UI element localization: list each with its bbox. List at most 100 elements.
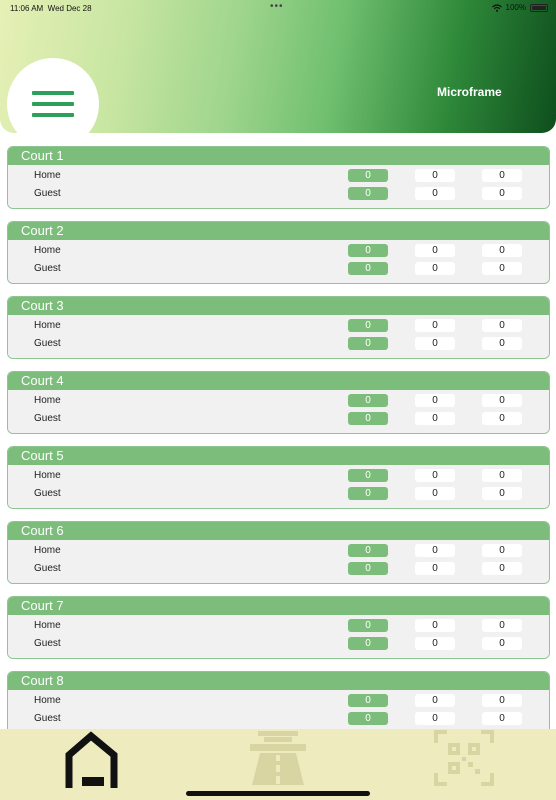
guest-score-game-1[interactable]: 0	[348, 262, 388, 275]
court-card[interactable]: Court 4 Home 0 0 0 Guest 0 0 0	[7, 371, 550, 434]
guest-score-game-2[interactable]: 0	[415, 562, 455, 575]
home-score-game-3[interactable]: 0	[482, 694, 522, 707]
guest-row: Guest 0 0 0	[8, 262, 549, 276]
guest-score-game-2[interactable]: 0	[415, 637, 455, 650]
guest-row: Guest 0 0 0	[8, 487, 549, 501]
home-score-game-1[interactable]: 0	[348, 694, 388, 707]
court-title: Court 3	[8, 297, 549, 315]
home-score-game-3[interactable]: 0	[482, 544, 522, 557]
home-score-game-1[interactable]: 0	[348, 619, 388, 632]
guest-score-game-1[interactable]: 0	[348, 487, 388, 500]
multitask-dots-icon[interactable]: •••	[270, 1, 284, 12]
home-score-game-3[interactable]: 0	[482, 469, 522, 482]
home-row: Home 0 0 0	[8, 469, 549, 483]
menu-bar-icon	[32, 102, 74, 106]
home-label: Home	[34, 695, 61, 706]
home-score-game-3[interactable]: 0	[482, 319, 522, 332]
status-time: 11:06 AM Wed Dec 28	[10, 4, 92, 13]
guest-score-game-2[interactable]: 0	[415, 262, 455, 275]
guest-score-game-3[interactable]: 0	[482, 637, 522, 650]
home-score-game-3[interactable]: 0	[482, 619, 522, 632]
court-card[interactable]: Court 7 Home 0 0 0 Guest 0 0 0	[7, 596, 550, 659]
home-label: Home	[34, 620, 61, 631]
guest-score-game-1[interactable]: 0	[348, 562, 388, 575]
home-score-game-3[interactable]: 0	[482, 244, 522, 257]
guest-score-game-1[interactable]: 0	[348, 637, 388, 650]
tab-home[interactable]	[58, 729, 138, 791]
home-score-game-1[interactable]: 0	[348, 244, 388, 257]
guest-score-game-2[interactable]: 0	[415, 487, 455, 500]
home-score-game-2[interactable]: 0	[415, 619, 455, 632]
guest-score-game-3[interactable]: 0	[482, 487, 522, 500]
guest-score-game-1[interactable]: 0	[348, 337, 388, 350]
home-score-game-2[interactable]: 0	[415, 469, 455, 482]
road-icon	[250, 731, 306, 785]
guest-score-game-2[interactable]: 0	[415, 187, 455, 200]
court-card[interactable]: Court 3 Home 0 0 0 Guest 0 0 0	[7, 296, 550, 359]
home-label: Home	[34, 545, 61, 556]
guest-score-game-1[interactable]: 0	[348, 412, 388, 425]
guest-score-game-3[interactable]: 0	[482, 412, 522, 425]
guest-row: Guest 0 0 0	[8, 637, 549, 651]
home-score-game-2[interactable]: 0	[415, 544, 455, 557]
home-score-game-2[interactable]: 0	[415, 394, 455, 407]
home-label: Home	[34, 395, 61, 406]
guest-score-game-3[interactable]: 0	[482, 187, 522, 200]
home-score-game-2[interactable]: 0	[415, 694, 455, 707]
home-row: Home 0 0 0	[8, 619, 549, 633]
guest-score-game-1[interactable]: 0	[348, 712, 388, 725]
court-card[interactable]: Court 5 Home 0 0 0 Guest 0 0 0	[7, 446, 550, 509]
guest-score-game-1[interactable]: 0	[348, 187, 388, 200]
status-indicators: 100%	[491, 3, 548, 12]
guest-label: Guest	[34, 263, 61, 274]
court-card[interactable]: Court 8 Home 0 0 0 Guest 0 0 0	[7, 671, 550, 734]
guest-score-game-3[interactable]: 0	[482, 562, 522, 575]
home-score-game-3[interactable]: 0	[482, 394, 522, 407]
court-title: Court 7	[8, 597, 549, 615]
guest-label: Guest	[34, 713, 61, 724]
home-score-game-3[interactable]: 0	[482, 169, 522, 182]
battery-icon	[530, 3, 548, 12]
home-score-game-1[interactable]: 0	[348, 469, 388, 482]
guest-label: Guest	[34, 188, 61, 199]
home-label: Home	[34, 245, 61, 256]
battery-percent: 100%	[505, 3, 526, 12]
guest-score-game-2[interactable]: 0	[415, 337, 455, 350]
home-score-game-2[interactable]: 0	[415, 169, 455, 182]
app-title: Microframe	[437, 85, 502, 99]
court-title: Court 4	[8, 372, 549, 390]
hamburger-menu-button[interactable]	[7, 58, 99, 150]
court-card[interactable]: Court 6 Home 0 0 0 Guest 0 0 0	[7, 521, 550, 584]
home-row: Home 0 0 0	[8, 319, 549, 333]
guest-score-game-2[interactable]: 0	[415, 712, 455, 725]
court-card[interactable]: Court 1 Home 0 0 0 Guest 0 0 0	[7, 146, 550, 209]
home-score-game-2[interactable]: 0	[415, 244, 455, 257]
guest-row: Guest 0 0 0	[8, 712, 549, 726]
home-score-game-1[interactable]: 0	[348, 319, 388, 332]
home-score-game-1[interactable]: 0	[348, 169, 388, 182]
home-indicator[interactable]	[186, 791, 370, 796]
tab-bar	[0, 729, 556, 800]
qr-scan-icon	[434, 730, 494, 786]
court-scores: Home 0 0 0 Guest 0 0 0	[8, 165, 549, 208]
status-date: Wed Dec 28	[47, 4, 92, 13]
court-card[interactable]: Court 2 Home 0 0 0 Guest 0 0 0	[7, 221, 550, 284]
guest-score-game-3[interactable]: 0	[482, 712, 522, 725]
tab-road[interactable]	[238, 729, 318, 791]
home-label: Home	[34, 470, 61, 481]
guest-score-game-3[interactable]: 0	[482, 337, 522, 350]
home-score-game-2[interactable]: 0	[415, 319, 455, 332]
guest-label: Guest	[34, 488, 61, 499]
status-clock: 11:06 AM	[10, 4, 44, 13]
home-score-game-1[interactable]: 0	[348, 544, 388, 557]
tab-qr-scan[interactable]	[424, 729, 504, 791]
menu-bar-icon	[32, 113, 74, 117]
court-scores: Home 0 0 0 Guest 0 0 0	[8, 615, 549, 658]
court-title: Court 1	[8, 147, 549, 165]
home-row: Home 0 0 0	[8, 169, 549, 183]
home-score-game-1[interactable]: 0	[348, 394, 388, 407]
guest-score-game-3[interactable]: 0	[482, 262, 522, 275]
court-title: Court 5	[8, 447, 549, 465]
court-title: Court 8	[8, 672, 549, 690]
guest-score-game-2[interactable]: 0	[415, 412, 455, 425]
